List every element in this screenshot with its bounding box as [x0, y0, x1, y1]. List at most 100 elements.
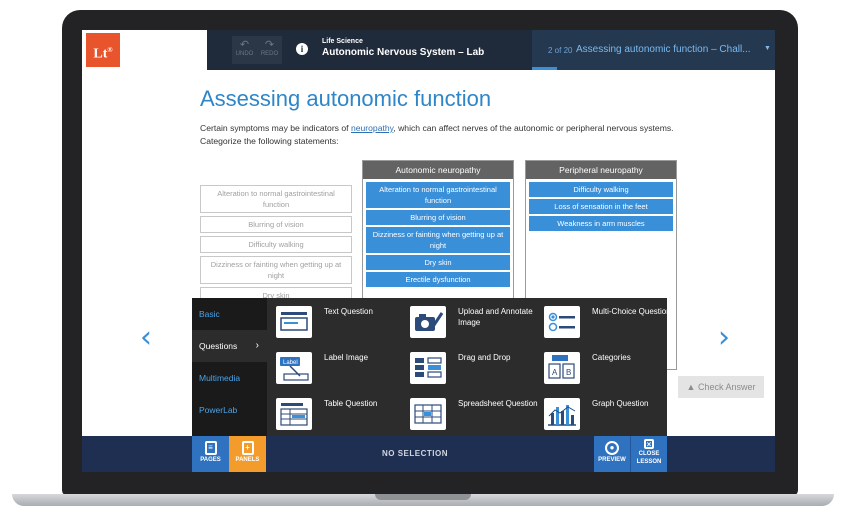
tile-graph-question[interactable]: Graph Question: [544, 394, 674, 434]
bottom-right-group: ● PREVIEW × CLOSE LESSON: [594, 436, 667, 472]
category-body: Difficulty walking Loss of sensation in …: [526, 179, 676, 231]
bottom-bar: ≡ PAGES + PANELS NO SELECTION ● PREVIEW × CL…: [82, 436, 775, 472]
panel-category-label: Multimedia: [199, 373, 241, 383]
text-question-icon: [276, 306, 312, 338]
page-progress-indicator: [532, 67, 557, 70]
undo-redo-group: ↶ UNDO ↷ REDO: [232, 36, 282, 64]
close-lesson-button[interactable]: × CLOSE LESSON: [630, 436, 667, 472]
graph-question-icon: [544, 398, 580, 430]
category-header: Peripheral neuropathy: [526, 161, 676, 179]
tile-spreadsheet-question[interactable]: Spreadsheet Question: [410, 394, 540, 434]
source-statement[interactable]: Blurring of vision: [200, 216, 352, 233]
camera-pen-icon: [410, 306, 446, 338]
neuropathy-link[interactable]: neuropathy: [351, 123, 393, 133]
next-page-arrow[interactable]: ›: [718, 320, 730, 355]
lab-title: Autonomic Nervous System – Lab: [322, 47, 485, 58]
pages-icon: ≡: [204, 441, 217, 455]
tile-label: Spreadsheet Question: [458, 399, 538, 408]
tile-multi-choice[interactable]: Multi-Choice Question: [544, 302, 674, 342]
tile-label-image[interactable]: Label Label Image: [276, 348, 406, 388]
close-label-line2: LESSON: [636, 459, 662, 465]
redo-icon: ↷: [264, 39, 275, 51]
tile-label: Upload and Annotate Image: [458, 307, 533, 327]
info-icon[interactable]: i: [296, 43, 308, 55]
tile-label: Drag and Drop: [458, 353, 511, 362]
tile-text-question[interactable]: Text Question: [276, 302, 406, 342]
table-question-icon: [276, 398, 312, 430]
category-item[interactable]: Blurring of vision: [366, 210, 510, 225]
undo-button[interactable]: ↶ UNDO: [232, 36, 257, 64]
preview-label: PREVIEW: [598, 457, 626, 463]
panel-category-sidebar: Basic Questions › Multimedia PowerLab: [192, 298, 267, 436]
panels-label: PANELS: [235, 457, 260, 463]
chevron-right-icon: ›: [255, 340, 259, 351]
thumbs-up-icon: ▲: [686, 382, 698, 392]
source-statement[interactable]: Difficulty walking: [200, 236, 352, 253]
panel-category-powerlab[interactable]: PowerLab: [192, 394, 267, 426]
pages-label: PAGES: [200, 457, 221, 463]
intro-before: Certain symptoms may be indicators of: [200, 123, 351, 133]
panel-category-basic[interactable]: Basic: [192, 298, 267, 330]
laptop-stage: Lt® ↶ UNDO ↷ REDO i Life Science Autonomic…: [0, 0, 846, 512]
top-bar: Lt® ↶ UNDO ↷ REDO i Life Science Autonomic…: [82, 30, 775, 70]
prev-page-arrow[interactable]: ‹: [140, 320, 152, 355]
category-item[interactable]: Erectile dysfunction: [366, 272, 510, 287]
lab-subtitle: Life Science: [322, 38, 363, 45]
category-item[interactable]: Alteration to normal gastrointestinal fu…: [366, 182, 510, 208]
page-heading: Assessing autonomic function: [200, 86, 492, 111]
panel-category-multimedia[interactable]: Multimedia: [192, 362, 267, 394]
source-statement[interactable]: Dizziness or fainting when getting up at…: [200, 256, 352, 284]
category-item[interactable]: Weakness in arm muscles: [529, 216, 673, 231]
undo-label: UNDO: [235, 51, 254, 57]
category-item[interactable]: Loss of sensation in the feet: [529, 199, 673, 214]
panel-category-questions[interactable]: Questions ›: [192, 330, 267, 362]
logo-area: Lt®: [82, 30, 207, 70]
tile-label: Graph Question: [592, 399, 649, 408]
panels-button[interactable]: + PANELS: [229, 436, 266, 472]
tile-drag-drop[interactable]: Drag and Drop: [410, 348, 540, 388]
logo-text: Lt: [93, 46, 108, 62]
tile-label: Multi-Choice Question: [592, 307, 671, 316]
category-item[interactable]: Difficulty walking: [529, 182, 673, 197]
tile-table-question[interactable]: Table Question: [276, 394, 406, 434]
categories-icon: AB: [544, 352, 580, 384]
spreadsheet-icon: [410, 398, 446, 430]
source-statement[interactable]: Alteration to normal gastrointestinal fu…: [200, 185, 352, 213]
category-autonomic[interactable]: Autonomic neuropathy Alteration to norma…: [362, 160, 514, 300]
drag-drop-icon: [410, 352, 446, 384]
label-tag-text: Label: [283, 360, 298, 366]
close-icon: ×: [644, 439, 654, 449]
app-screen: Lt® ↶ UNDO ↷ REDO i Life Science Autonomic…: [82, 30, 775, 472]
tile-label: Label Image: [324, 353, 369, 362]
bottom-left-group: ≡ PAGES + PANELS: [192, 436, 267, 472]
intro-text: Certain symptoms may be indicators of ne…: [200, 122, 690, 148]
laptop-notch: [375, 494, 471, 500]
panel-category-label: Questions: [199, 341, 238, 351]
check-answer-label: Check Answer: [697, 382, 756, 392]
tile-categories[interactable]: AB Categories: [544, 348, 674, 388]
page-count: 2 of 20: [548, 46, 573, 55]
cat-b-text: B: [566, 368, 571, 377]
add-panel-icon: +: [241, 441, 254, 455]
undo-icon: ↶: [239, 39, 250, 51]
lt-logo[interactable]: Lt®: [86, 33, 120, 67]
category-header: Autonomic neuropathy: [363, 161, 513, 179]
redo-label: REDO: [260, 51, 279, 57]
multi-choice-icon: [544, 306, 580, 338]
tile-upload-annotate[interactable]: Upload and Annotate Image: [410, 302, 540, 342]
check-answer-button[interactable]: ▲ Check Answer: [678, 376, 764, 398]
tile-label: Categories: [592, 353, 631, 362]
cat-a-text: A: [552, 368, 558, 377]
category-item[interactable]: Dizziness or fainting when getting up at…: [366, 227, 510, 253]
pages-button[interactable]: ≡ PAGES: [192, 436, 229, 472]
category-item[interactable]: Dry skin: [366, 255, 510, 270]
redo-button[interactable]: ↷ REDO: [257, 36, 282, 64]
page-title-dropdown: Assessing autonomic function – Chall...: [576, 44, 751, 55]
logo-mark: ®: [107, 46, 113, 54]
preview-button[interactable]: ● PREVIEW: [594, 436, 630, 472]
label-image-icon: Label: [276, 352, 312, 384]
chevron-down-icon: ▼: [764, 45, 771, 52]
category-body: Alteration to normal gastrointestinal fu…: [363, 179, 513, 287]
add-panel-menu: Basic Questions › Multimedia PowerLab Tex…: [192, 298, 671, 436]
page-selector[interactable]: 2 of 20 Assessing autonomic function – C…: [532, 30, 775, 70]
